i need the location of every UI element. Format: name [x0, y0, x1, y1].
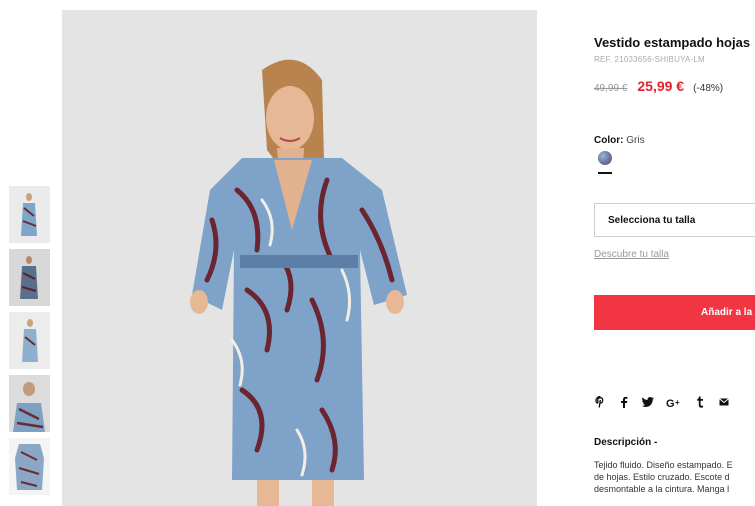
product-title: Vestido estampado hojas — [594, 35, 751, 50]
size-guide-link[interactable]: Descubre tu talla — [594, 249, 669, 260]
sale-price: 25,99 € — [637, 78, 685, 94]
thumbnail-5[interactable] — [9, 438, 50, 495]
add-to-cart-button[interactable]: Añadir a la — [594, 295, 755, 330]
description-title: Descripción - — [594, 437, 658, 448]
email-icon[interactable] — [718, 396, 730, 408]
thumbnail-strip — [9, 186, 50, 501]
product-main-image[interactable] — [62, 10, 537, 506]
description-line: de hojas. Estilo cruzado. Escote d — [594, 472, 730, 482]
discount-badge: (-48%) — [693, 83, 724, 94]
color-value: Gris — [626, 135, 645, 146]
old-price: 49,99 € — [594, 83, 628, 94]
thumbnail-2[interactable] — [9, 249, 50, 306]
svg-text:G: G — [666, 398, 675, 408]
product-info-panel: Vestido estampado hojas REF. 21033656-SH… — [594, 0, 755, 506]
tumblr-icon[interactable] — [694, 396, 706, 408]
svg-text:+: + — [675, 398, 680, 407]
size-select[interactable]: Selecciona tu talla — [594, 203, 755, 237]
product-reference: REF. 21033656-SHIBUYA-LM — [594, 55, 705, 64]
add-to-cart-label: Añadir a la — [701, 307, 753, 318]
color-swatch[interactable] — [598, 151, 612, 165]
pinterest-icon[interactable] — [594, 396, 606, 408]
google-plus-icon[interactable]: G + — [666, 396, 682, 408]
description-line: Tejido fluido. Diseño estampado. E — [594, 460, 733, 470]
description-text: Tejido fluido. Diseño estampado. E de ho… — [594, 459, 755, 495]
thumbnail-1[interactable] — [9, 186, 50, 243]
description-line: desmontable a la cintura. Manga l — [594, 484, 730, 494]
swatch-selected-indicator — [598, 172, 612, 174]
twitter-icon[interactable] — [642, 396, 654, 408]
color-row: Color: Gris — [594, 135, 645, 146]
social-share-bar: G + — [594, 396, 742, 408]
thumbnail-3[interactable] — [9, 312, 50, 369]
size-select-placeholder: Selecciona tu talla — [608, 214, 696, 226]
thumbnail-4[interactable] — [9, 375, 50, 432]
price-row: 49,99 € 25,99 € (-48%) — [594, 78, 723, 94]
facebook-icon[interactable] — [618, 396, 630, 408]
color-label: Color: — [594, 135, 624, 146]
